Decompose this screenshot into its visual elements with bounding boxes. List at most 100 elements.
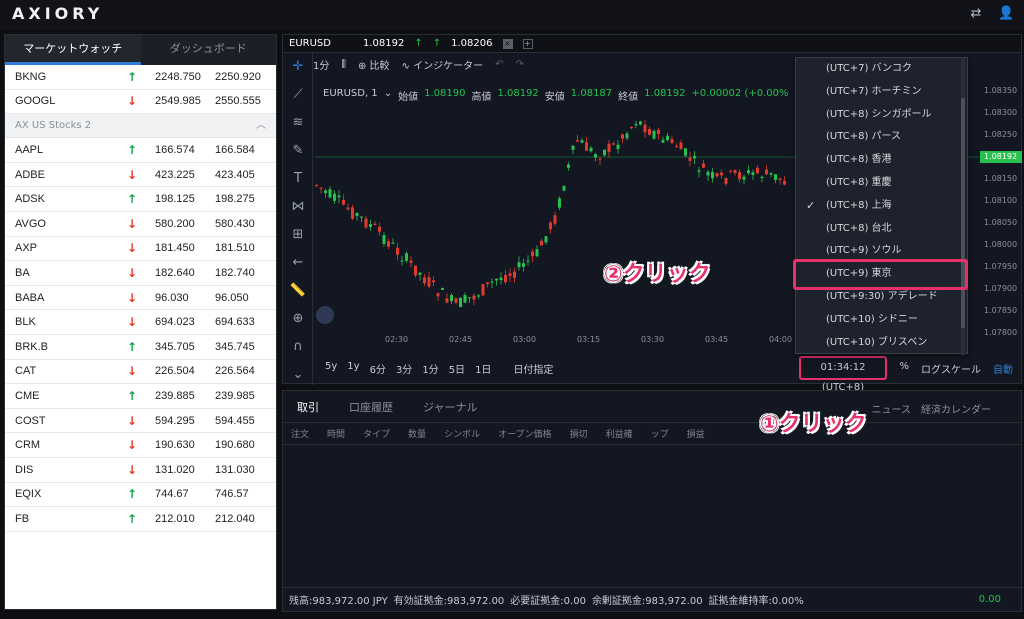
- timeframe-button[interactable]: 1y: [347, 361, 359, 376]
- symbol-row[interactable]: GOOGL ↓ 2549.985 2550.555: [5, 90, 276, 115]
- timezone-option[interactable]: (UTC+8) 重慶: [796, 172, 967, 195]
- timezone-label: (UTC+8) パース: [826, 131, 902, 143]
- date-jump-button[interactable]: 日付指定: [513, 361, 553, 376]
- candle-body: [495, 278, 498, 281]
- legend-symbol[interactable]: EURUSD, 1: [323, 88, 378, 103]
- tab-history[interactable]: 口座履歴: [349, 399, 393, 415]
- candle-body: [585, 142, 588, 151]
- symbol-row[interactable]: FB ↑ 212.010 212.040: [5, 507, 276, 532]
- column-header[interactable]: 利益確: [606, 427, 633, 440]
- column-header[interactable]: 時間: [327, 427, 345, 440]
- timezone-option[interactable]: (UTC+10) ブリスベン: [796, 332, 967, 355]
- chevron-up-icon[interactable]: ︿: [256, 114, 266, 137]
- ruler-icon[interactable]: 📏: [283, 277, 313, 305]
- symbol-row[interactable]: ADBE ↓ 423.225 423.405: [5, 163, 276, 188]
- swap-icon[interactable]: ⇄: [968, 6, 984, 22]
- redo-icon[interactable]: ↷: [516, 59, 524, 70]
- symbol-row[interactable]: BKNG ↑ 2248.750 2250.920: [5, 65, 276, 90]
- timeframe-button[interactable]: 5y: [325, 361, 337, 376]
- symbol-row[interactable]: EQIX ↑ 744.67 746.57: [5, 483, 276, 508]
- chart-tab-ask: 1.08206: [451, 38, 493, 49]
- symbol-row[interactable]: AXP ↓ 181.450 181.510: [5, 237, 276, 262]
- candle-body: [774, 174, 777, 180]
- arrow-left-icon[interactable]: ←: [283, 249, 313, 277]
- auto-scale-button[interactable]: 自動: [993, 361, 1013, 376]
- chart-tab-symbol[interactable]: EURUSD: [289, 38, 353, 49]
- tab-market-watch[interactable]: マーケットウォッチ: [5, 35, 141, 65]
- column-header[interactable]: 注文: [291, 427, 309, 440]
- column-header[interactable]: シンボル: [444, 427, 480, 440]
- column-header[interactable]: オープン価格: [498, 427, 551, 440]
- symbol-name: AAPL: [15, 143, 44, 156]
- symbol-row[interactable]: ADSK ↑ 198.125 198.275: [5, 187, 276, 212]
- symbol-row[interactable]: CME ↑ 239.885 239.985: [5, 384, 276, 409]
- timezone-option[interactable]: (UTC+10) シドニー: [796, 309, 967, 332]
- timezone-option[interactable]: (UTC+7) バンコク: [796, 58, 967, 81]
- zoom-icon[interactable]: ⊕: [283, 305, 313, 333]
- timeframe-button[interactable]: 5日: [449, 361, 465, 376]
- candle-body: [400, 260, 404, 262]
- column-header[interactable]: 損益: [687, 427, 705, 440]
- close-value: 1.08192: [644, 88, 686, 99]
- log-scale-button[interactable]: ログスケール: [921, 361, 981, 376]
- timezone-option[interactable]: (UTC+7) ホーチミン: [796, 81, 967, 104]
- magnet-icon[interactable]: ∩: [283, 333, 313, 361]
- user-icon[interactable]: 👤: [998, 6, 1014, 22]
- trade-panel: 取引 口座履歴 ジャーナル ニュース 経済カレンダー 注文 時間 タイプ 数量 シンボル…: [282, 390, 1023, 612]
- symbol-row[interactable]: AVGO ↓ 580.200 580.430: [5, 212, 276, 237]
- crosshair-icon[interactable]: ✛: [283, 53, 313, 81]
- symbol-row[interactable]: BLK ↓ 694.023 694.633: [5, 310, 276, 335]
- timezone-option[interactable]: (UTC+8) 香港: [796, 149, 967, 172]
- indicator-button[interactable]: ∿ インジケーター: [402, 57, 484, 72]
- open-label: 始値: [398, 92, 419, 103]
- timezone-label: (UTC+8) 台北: [826, 222, 892, 234]
- interval-button[interactable]: 1分: [313, 57, 329, 72]
- tab-journal[interactable]: ジャーナル: [423, 399, 477, 415]
- timeframe-button[interactable]: 6分: [370, 361, 386, 376]
- column-header[interactable]: ップ: [651, 427, 669, 440]
- column-header[interactable]: タイプ: [363, 427, 390, 440]
- symbol-row[interactable]: CRM ↓ 190.630 190.680: [5, 433, 276, 458]
- chevron-down-icon[interactable]: ⌄: [384, 88, 392, 103]
- close-icon[interactable]: ×: [502, 38, 513, 49]
- fib-icon[interactable]: ≋: [283, 109, 313, 137]
- timezone-option[interactable]: (UTC+8) パース: [796, 126, 967, 149]
- candle-body: [544, 236, 548, 243]
- symbol-row[interactable]: BRK.B ↑ 345.705 345.745: [5, 335, 276, 360]
- symbol-row[interactable]: CAT ↓ 226.504 226.564: [5, 360, 276, 385]
- timezone-option[interactable]: (UTC+8) シンガポール: [796, 104, 967, 127]
- measure-icon[interactable]: ⊞: [283, 221, 313, 249]
- text-icon[interactable]: T: [283, 165, 313, 193]
- timeframe-button[interactable]: 3分: [396, 361, 412, 376]
- timeframe-button[interactable]: 1日: [475, 361, 491, 376]
- undo-icon[interactable]: ↶: [495, 59, 503, 70]
- candle-body: [414, 265, 417, 276]
- brush-icon[interactable]: ✎: [283, 137, 313, 165]
- timeframe-button[interactable]: 1分: [422, 361, 438, 376]
- tab-news[interactable]: ニュース: [872, 401, 912, 416]
- symbol-row[interactable]: BA ↓ 182.640 182.740: [5, 261, 276, 286]
- symbol-row[interactable]: AAPL ↑ 166.574 166.584: [5, 138, 276, 163]
- column-header[interactable]: 損切: [570, 427, 588, 440]
- add-tab-icon[interactable]: +: [522, 38, 533, 49]
- symbol-row[interactable]: COST ↓ 594.295 594.455: [5, 409, 276, 434]
- chevron-down-icon[interactable]: ⌄: [283, 361, 313, 389]
- timezone-option[interactable]: ✓ (UTC+8) 上海: [796, 195, 967, 218]
- symbol-group-header[interactable]: AX US Stocks 2 ︿: [5, 114, 276, 139]
- timezone-option[interactable]: (UTC+8) 台北: [796, 218, 967, 241]
- symbol-row[interactable]: DIS ↓ 131.020 131.030: [5, 458, 276, 483]
- pattern-icon[interactable]: ⋈: [283, 193, 313, 221]
- percent-scale-button[interactable]: %: [899, 361, 909, 376]
- timezone-clock-button[interactable]: 01:34:12 (UTC+8): [799, 356, 887, 393]
- column-header[interactable]: 数量: [408, 427, 426, 440]
- tab-calendar[interactable]: 経済カレンダー: [921, 401, 991, 416]
- candle-body: [688, 157, 692, 161]
- trendline-icon[interactable]: ⟋: [283, 81, 313, 109]
- symbol-row[interactable]: BABA ↓ 96.030 96.050: [5, 286, 276, 311]
- symbol-name: CAT: [15, 365, 37, 378]
- compare-button[interactable]: ⊕ 比較: [358, 57, 390, 72]
- tab-dashboard[interactable]: ダッシュボード: [141, 35, 277, 65]
- tab-trade[interactable]: 取引: [297, 399, 319, 415]
- candle-type-icon[interactable]: ⫼: [341, 59, 346, 70]
- candle-body: [531, 251, 534, 257]
